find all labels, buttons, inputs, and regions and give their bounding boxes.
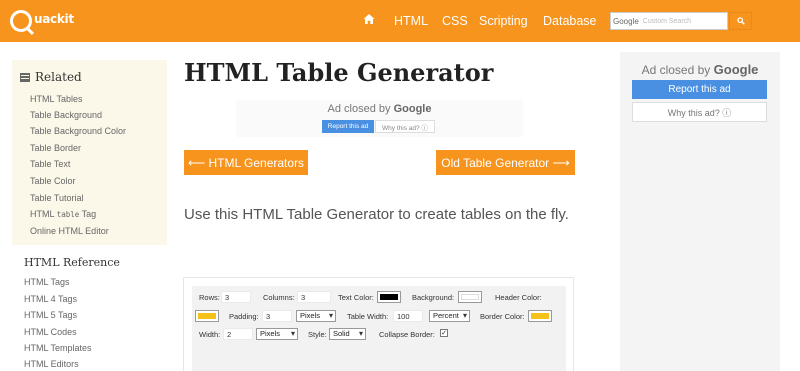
related-item-table-tutorial[interactable]: Table Tutorial <box>30 193 84 203</box>
text-color-picker[interactable] <box>377 291 401 303</box>
quackit-logo[interactable]: uackit <box>10 7 74 35</box>
list-icon <box>20 72 30 82</box>
text-color-swatch <box>380 294 398 300</box>
logo-q-mark <box>10 10 32 32</box>
search-google-label: Google <box>613 16 639 26</box>
ref-item-html-codes[interactable]: HTML Codes <box>24 327 77 337</box>
right-report-ad-button[interactable]: Report this ad <box>632 80 767 99</box>
nav-scripting[interactable]: Scripting <box>479 14 528 28</box>
intro-text: Use this HTML Table Generator to create … <box>184 206 569 223</box>
tag-code: table <box>56 210 80 219</box>
text-color-label: Text Color: <box>338 293 374 302</box>
border-color-picker[interactable] <box>528 310 552 322</box>
ref-item-html5-tags[interactable]: HTML 5 Tags <box>24 310 77 320</box>
border-style-select[interactable]: Solid <box>329 328 366 340</box>
header-color-swatch <box>198 313 216 319</box>
related-item-online-html-editor[interactable]: Online HTML Editor <box>30 226 109 236</box>
border-width-input[interactable]: 2 <box>223 328 253 340</box>
related-item-table-text[interactable]: Table Text <box>30 159 70 169</box>
nav-css[interactable]: CSS <box>442 14 468 28</box>
right-why-this-ad-button[interactable]: Why this ad? ⓘ <box>632 102 767 122</box>
columns-input[interactable]: 3 <box>297 291 331 303</box>
background-color-picker[interactable] <box>458 291 482 303</box>
related-item-table-color[interactable]: Table Color <box>30 176 76 186</box>
tag-prefix: HTML <box>30 209 55 219</box>
related-item-table-background-color[interactable]: Table Background Color <box>30 126 126 136</box>
collapse-border-label: Collapse Border: <box>379 330 435 339</box>
padding-input[interactable]: 3 <box>262 310 292 322</box>
table-generator-panel: Rows: 3 Columns: 3 Text Color: Backgroun… <box>192 286 566 371</box>
right-ad-closed-text: Ad closed by Google <box>620 62 780 77</box>
table-width-label: Table Width: <box>347 312 389 321</box>
html-generators-button[interactable]: ⟵ HTML Generators <box>184 150 308 175</box>
ad-closed-banner: Ad closed by Google Report this ad Why t… <box>236 100 523 137</box>
search-placeholder: Custom Search <box>642 17 692 25</box>
related-title: Related <box>35 70 82 84</box>
right-ad-closed-by: Ad closed by <box>641 63 711 77</box>
logo-text: uackit <box>34 12 74 26</box>
ad-closed-text: Ad closed by Google <box>236 103 523 115</box>
columns-label: Columns: <box>263 293 295 302</box>
right-ad-google-label: Google <box>713 62 759 77</box>
ad-closed-by: Ad closed by <box>327 103 391 115</box>
ad-google-label: Google <box>393 103 432 115</box>
tag-suffix: Tag <box>81 209 97 219</box>
old-table-generator-button[interactable]: Old Table Generator ⟶ <box>436 150 575 175</box>
search-icon <box>736 17 745 25</box>
padding-unit-select[interactable]: Pixels <box>296 310 336 322</box>
width-label: Width: <box>199 330 221 339</box>
html-reference-heading: HTML Reference <box>24 256 120 269</box>
related-item-html-tables[interactable]: HTML Tables <box>30 94 83 104</box>
related-item-table-border[interactable]: Table Border <box>30 143 81 153</box>
related-item-table-background[interactable]: Table Background <box>30 110 102 120</box>
style-label: Style: <box>308 330 327 339</box>
background-swatch <box>461 294 479 300</box>
collapse-border-checkbox[interactable]: ✓ <box>440 329 448 337</box>
related-heading: Related <box>20 70 82 84</box>
rows-input[interactable]: 3 <box>221 291 251 303</box>
report-ad-button[interactable]: Report this ad <box>322 120 374 133</box>
ref-item-html-tags[interactable]: HTML Tags <box>24 277 70 287</box>
page-title: HTML Table Generator <box>184 58 494 87</box>
home-icon[interactable] <box>363 13 375 25</box>
search-input[interactable]: Google Custom Search <box>610 12 728 30</box>
table-width-unit-select[interactable]: Percent <box>429 310 470 322</box>
ref-item-html-templates[interactable]: HTML Templates <box>24 343 92 353</box>
nav-html[interactable]: HTML <box>394 14 428 28</box>
ref-item-html4-tags[interactable]: HTML 4 Tags <box>24 294 77 304</box>
table-width-input[interactable]: 100 <box>393 310 423 322</box>
ref-item-html-editors[interactable]: HTML Editors <box>24 359 79 369</box>
nav-database[interactable]: Database <box>543 14 597 28</box>
padding-label: Padding: <box>229 312 259 321</box>
rows-label: Rows: <box>199 293 220 302</box>
background-label: Background: <box>412 293 455 302</box>
why-this-ad-button[interactable]: Why this ad? ⓘ <box>375 120 435 133</box>
header-color-picker[interactable] <box>195 310 219 322</box>
search-button[interactable] <box>729 12 752 30</box>
related-item-html-table-tag[interactable]: HTML table Tag <box>30 209 96 219</box>
header-color-label: Header Color: <box>495 293 542 302</box>
right-ad-panel: Ad closed by Google Report this ad Why t… <box>620 52 780 371</box>
border-width-unit-select[interactable]: Pixels <box>256 328 298 340</box>
top-navbar: uackit HTML CSS Scripting Database Googl… <box>0 0 800 42</box>
border-color-swatch <box>531 313 549 319</box>
border-color-label: Border Color: <box>480 312 525 321</box>
related-panel: Related HTML Tables Table Background Tab… <box>12 60 167 245</box>
